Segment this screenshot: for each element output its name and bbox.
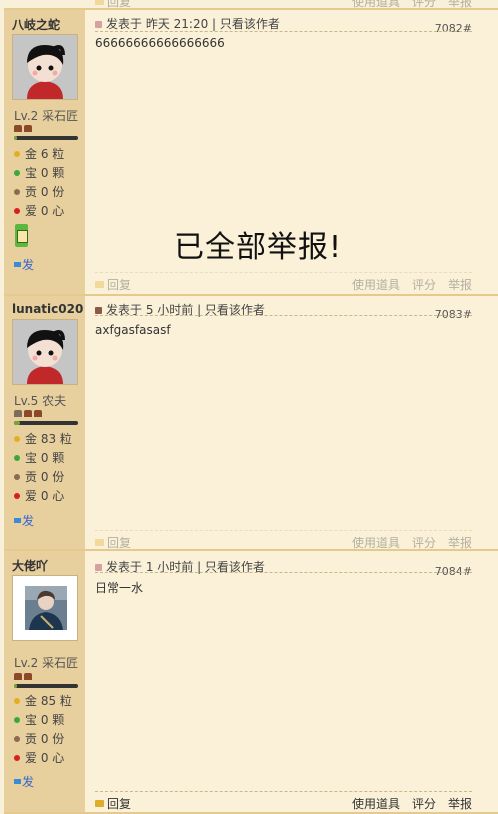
medal-row [14, 410, 42, 419]
contribution-icon [14, 189, 20, 195]
use-item-link[interactable]: 使用道具 [352, 536, 400, 550]
level-progress [14, 421, 78, 425]
gold-icon [14, 698, 20, 704]
toast-message: 已全部举报! [174, 230, 343, 265]
post-meta-divider [95, 572, 472, 573]
post-tools: 使用道具 评分 举报 [340, 795, 472, 812]
post-meta-divider [95, 315, 472, 316]
stat-contribution: 贡 0 份 [14, 732, 64, 746]
post-footer: 回复 使用道具 评分 举报 [95, 795, 472, 812]
medal-icon [24, 410, 32, 417]
author-name[interactable]: lunatic0208 [12, 302, 84, 316]
stat-gold: 金 85 粒 [14, 694, 72, 708]
prev-post-footer: 回复 使用道具 评分 举报 [95, 0, 472, 9]
treasure-icon [14, 717, 20, 723]
reply-icon [95, 800, 104, 807]
mail-icon [14, 518, 21, 523]
stat-gold: 金 6 粒 [14, 147, 64, 161]
post-footer-divider [95, 530, 472, 531]
mail-icon [14, 779, 21, 784]
rate-link[interactable]: 评分 [412, 797, 436, 811]
level-progress [14, 136, 78, 140]
online-status-icon [95, 307, 102, 314]
post-footer-divider [95, 791, 472, 792]
post-meta-divider [95, 31, 472, 32]
use-item-link[interactable]: 使用道具 [352, 797, 400, 811]
contribution-icon [14, 474, 20, 480]
post-footer: 回复 使用道具 评分 举报 [95, 276, 472, 293]
medal-icon [14, 410, 22, 417]
user-level: Lv.2 采石匠 [14, 656, 79, 670]
level-progress [14, 684, 78, 688]
use-item-link[interactable]: 使用道具 [352, 278, 400, 292]
send-message-link[interactable]: 发 [14, 512, 34, 529]
online-status-icon [95, 564, 102, 571]
mail-icon [14, 262, 21, 267]
author-name[interactable]: 八岐之蛇 [12, 16, 84, 33]
send-message-link[interactable]: 发 [14, 256, 34, 273]
post-content: axfgasfasasf [95, 323, 171, 337]
reply-link[interactable]: 回复 [95, 276, 131, 293]
medal-row [14, 673, 32, 682]
reply-icon [95, 539, 104, 546]
rate-link[interactable]: 评分 [412, 278, 436, 292]
post-content: 66666666666666666 [95, 36, 225, 50]
post-tools: 使用道具 评分 举报 [340, 276, 472, 293]
online-status-icon [95, 21, 102, 28]
post-content: 日常一水 [95, 581, 144, 595]
avatar-default-icon [13, 320, 77, 384]
send-message-link[interactable]: 发 [14, 773, 34, 790]
medal-icon [24, 125, 32, 132]
medal-row [14, 125, 32, 134]
stat-contribution: 贡 0 份 [14, 470, 64, 484]
user-level: Lv.2 采石匠 [14, 109, 79, 123]
stat-love: 爱 0 心 [14, 204, 64, 218]
stat-treasure: 宝 0 颗 [14, 451, 64, 465]
love-icon [14, 493, 20, 499]
stat-love: 爱 0 心 [14, 489, 64, 503]
medal-icon [24, 673, 32, 680]
post-7084: 大佬吖 Lv.2 采石匠 金 85 粒 宝 0 颗 贡 0 份 爱 0 心 发 … [0, 551, 498, 814]
user-level: Lv.5 农夫 [14, 394, 67, 408]
avatar-default-icon [13, 35, 77, 99]
avatar[interactable] [12, 319, 78, 385]
phone-icon [15, 224, 28, 247]
author-name[interactable]: 大佬吖 [12, 557, 84, 574]
gold-icon [14, 436, 20, 442]
stat-love: 爱 0 心 [14, 751, 64, 765]
report-link[interactable]: 举报 [448, 797, 472, 811]
stat-treasure: 宝 0 颗 [14, 713, 64, 727]
report-link[interactable]: 举报 [448, 536, 472, 550]
reply-icon [95, 0, 104, 5]
post-body [85, 551, 498, 814]
reply-link[interactable]: 回复 [95, 795, 131, 812]
avatar-photo-icon [13, 576, 77, 640]
rate-link[interactable]: 评分 [412, 536, 436, 550]
post-footer: 回复 使用道具 评分 举报 [95, 534, 472, 550]
floor-number[interactable]: 7082# [435, 22, 472, 35]
report-link[interactable]: 举报 [448, 278, 472, 292]
contribution-icon [14, 736, 20, 742]
post-footer-divider [95, 272, 472, 273]
avatar[interactable] [12, 34, 78, 100]
gold-icon [14, 151, 20, 157]
medal-icon [14, 125, 22, 132]
avatar[interactable] [12, 575, 78, 641]
post-meta: 发表于 昨天 21:20 | 只看该作者 [95, 15, 280, 32]
stat-gold: 金 83 粒 [14, 432, 72, 446]
stat-contribution: 贡 0 份 [14, 185, 64, 199]
love-icon [14, 208, 20, 214]
treasure-icon [14, 455, 20, 461]
medal-icon [34, 410, 42, 417]
reply-icon [95, 281, 104, 288]
treasure-icon [14, 170, 20, 176]
stat-treasure: 宝 0 颗 [14, 166, 64, 180]
post-7083: lunatic0208 Lv.5 农夫 金 83 粒 宝 0 颗 贡 0 份 爱… [0, 296, 498, 550]
love-icon [14, 755, 20, 761]
medal-icon [14, 673, 22, 680]
